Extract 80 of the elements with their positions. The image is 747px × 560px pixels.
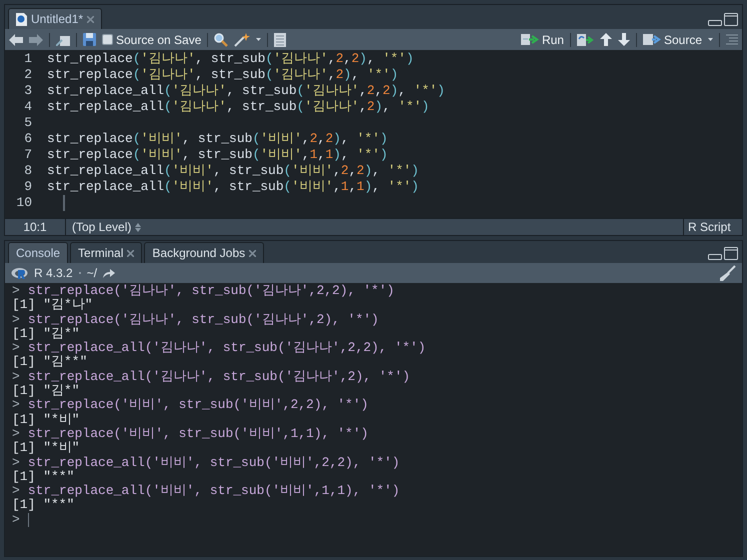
- line-number: 7: [23, 147, 33, 163]
- dropdown-caret-icon[interactable]: [708, 38, 713, 41]
- down-arrow-icon[interactable]: [618, 33, 630, 46]
- prompt-symbol: >: [12, 398, 20, 413]
- tab[interactable]: Console: [8, 242, 68, 263]
- code-line: str_replace_all('김나나', str_sub('김나나',2), '*'): [47, 99, 430, 115]
- console-output: [1] "**": [12, 470, 74, 484]
- console-command: str_replace_all('김나나', str_sub('김나나',2,2), '*'): [28, 341, 426, 356]
- search-icon[interactable]: [214, 32, 228, 46]
- minimize-icon[interactable]: [708, 254, 722, 260]
- scope-label[interactable]: (Top Level): [72, 218, 132, 236]
- console-output: [1] "**": [12, 498, 74, 513]
- prompt-symbol: >: [12, 284, 20, 298]
- share-arrow-icon[interactable]: [103, 268, 116, 278]
- maximize-icon[interactable]: [724, 13, 738, 26]
- code-line: str_replace_all('김나나', str_sub('김나나',2,2), '*'): [47, 83, 445, 99]
- checkbox[interactable]: [102, 34, 113, 45]
- console-command: str_replace_all('비비', str_sub('비비',2,2), '*'): [28, 456, 400, 470]
- run-icon: [520, 34, 539, 45]
- show-in-window-icon[interactable]: [56, 34, 70, 46]
- prompt-symbol: >: [12, 341, 20, 356]
- up-down-arrows-icon[interactable]: [135, 222, 142, 232]
- line-number: 3: [23, 83, 33, 99]
- run-button[interactable]: Run: [520, 30, 564, 48]
- close-icon[interactable]: [249, 250, 256, 256]
- line-number: 8: [23, 163, 33, 179]
- tab[interactable]: Untitled1*: [8, 8, 102, 29]
- tab[interactable]: Terminal: [70, 242, 142, 263]
- code-line: str_replace_all('비비', str_sub('비비',2,2), '*'): [47, 163, 419, 179]
- prompt-symbol: >: [12, 484, 20, 498]
- line-number: 10: [15, 195, 33, 211]
- console-output: [1] "*비": [12, 441, 80, 456]
- r-logo-icon: [11, 266, 28, 280]
- working-directory[interactable]: ~/: [86, 264, 98, 282]
- r-version: R 4.3.2: [34, 265, 73, 282]
- code-line: str_replace_all('비비', str_sub('비비',1,1), '*'): [47, 179, 419, 195]
- console-output: [1] "김*": [12, 384, 80, 398]
- save-icon[interactable]: [83, 33, 96, 46]
- rerun-icon[interactable]: [576, 34, 594, 46]
- code-line: str_replace('김나나', str_sub('김나나',2,2), '*'): [47, 51, 414, 67]
- cursor-position: 10:1: [22, 219, 48, 236]
- source-button[interactable]: Source: [642, 30, 702, 48]
- r-file-icon: [16, 12, 27, 26]
- prompt-symbol: >: [12, 456, 20, 470]
- broom-icon[interactable]: [720, 265, 736, 281]
- minimize-icon[interactable]: [708, 20, 722, 26]
- code-line: str_replace('비비', str_sub('비비',2,2), '*'): [47, 131, 388, 147]
- dropdown-caret-icon[interactable]: [256, 38, 262, 41]
- source-icon: [642, 34, 661, 45]
- console-output: [1] "김**": [12, 355, 88, 370]
- prompt-symbol: >: [12, 370, 20, 384]
- prompt-symbol: >: [12, 512, 20, 528]
- code-line: str_replace('비비', str_sub('비비',1,1), '*'): [47, 147, 388, 163]
- notebook-icon[interactable]: [274, 32, 286, 46]
- console-output: [1] "김*": [12, 326, 80, 341]
- line-number: 1: [23, 51, 33, 67]
- checkbox-label[interactable]: Source on Save: [116, 30, 202, 48]
- console-command: str_replace('비비', str_sub('비비',2,2), '*'): [28, 398, 368, 413]
- file-type-label[interactable]: R Script: [684, 218, 742, 236]
- code-line: str_replace('김나나', str_sub('김나나',2), '*'): [47, 67, 398, 83]
- tab[interactable]: Background Jobs: [144, 242, 264, 263]
- line-number: 9: [23, 179, 33, 195]
- console-command: str_replace('김나나', str_sub('김나나',2), '*'): [28, 312, 379, 327]
- magic-wand-icon[interactable]: [234, 32, 250, 46]
- line-number: 6: [23, 131, 33, 147]
- prompt-symbol: >: [12, 312, 20, 327]
- console-output: [1] "*비": [12, 412, 80, 427]
- line-number: 4: [23, 99, 33, 115]
- maximize-icon[interactable]: [724, 247, 738, 260]
- back-arrow-icon[interactable]: [9, 34, 23, 46]
- line-number: 5: [23, 115, 33, 131]
- up-arrow-icon[interactable]: [600, 33, 612, 46]
- console-command: str_replace('김나나', str_sub('김나나',2,2), '*'): [28, 284, 394, 298]
- console-command: str_replace_all('김나나', str_sub('김나나',2), '*'): [28, 370, 410, 384]
- console-command: str_replace_all('비비', str_sub('비비',1,1), '*'): [28, 484, 400, 498]
- line-number: 2: [23, 67, 33, 83]
- console-output: [1] "김*나": [12, 298, 93, 313]
- prompt-symbol: >: [12, 426, 20, 442]
- close-icon[interactable]: [127, 250, 134, 256]
- console-command: str_replace('비비', str_sub('비비',1,1), '*'): [28, 426, 368, 441]
